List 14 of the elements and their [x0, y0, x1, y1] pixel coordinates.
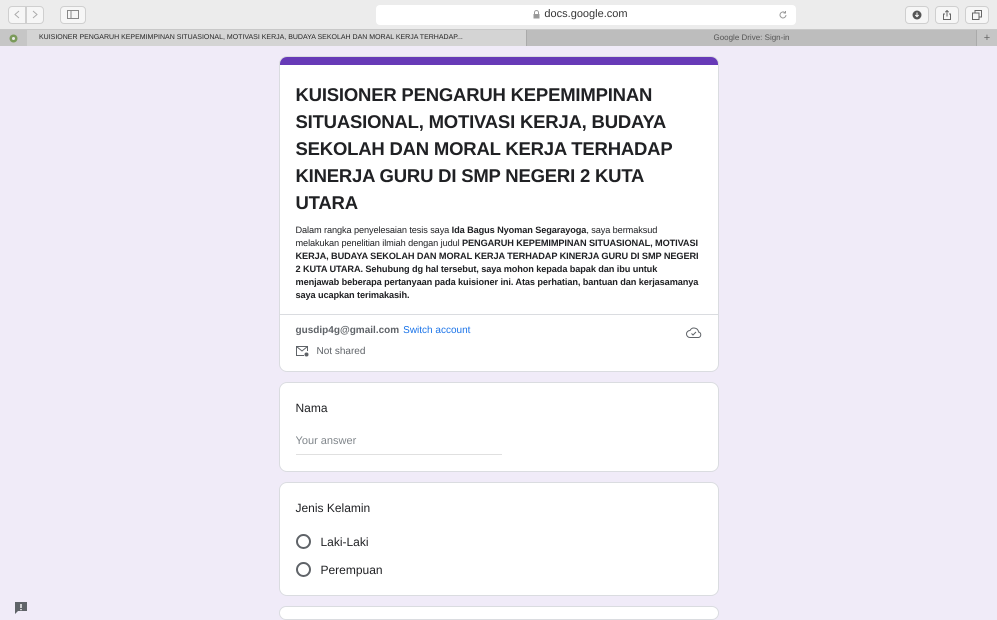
account-email: gusdip4g@gmail.com — [296, 324, 400, 338]
answer-field[interactable]: Your answer — [296, 433, 502, 454]
option-label: Perempuan — [320, 562, 383, 578]
new-tab-button[interactable]: + — [977, 30, 997, 46]
sharing-status: Not shared — [316, 345, 366, 359]
switch-account-link[interactable]: Switch account — [403, 323, 470, 338]
question-label: Nama — [296, 400, 329, 417]
question-label: Jenis Kelamin — [296, 500, 372, 516]
form-title: KUISIONER PENGARUH KEPEMIMPINAN SITUASIONAL, MOTIVASI KERJA, BUDAYA SEKOLAH DAN MORAL KERJA TERHADAP KINERJA GURU DI SMP NEGERI 2 KUTA UTARA — [296, 83, 674, 215]
form-description: Dalam rangka penyelesaian tesis saya Ida Bagus Nyoman Segarayoga, saya bermaksud melakukan penelitian ilmiah dengan judul PENGARUH KEPEMIMPINAN SITUASIONAL, MOTIVASI KERJA, BUDAYA SEKOLAH DAN MORAL KERJA TERHADAP KINERJA GURU DI SMP NEGERI 2 KUTA UTARA. Sehubung dg hal tersebut, saya mohon kepada bapak dan ibu untuk menjawab beberapa pertanyaan pada kuisioner ini. Atas perhatian, bantuan dan kerjasamanya saya ucapkan terimakasih. — [296, 224, 700, 302]
address-bar[interactable]: docs.google.com — [376, 4, 796, 24]
browser-tab[interactable]: Google Drive: Sign-in — [527, 30, 977, 46]
address-text: docs.google.com — [544, 7, 628, 22]
option-label: Laki-Laki — [320, 534, 369, 550]
